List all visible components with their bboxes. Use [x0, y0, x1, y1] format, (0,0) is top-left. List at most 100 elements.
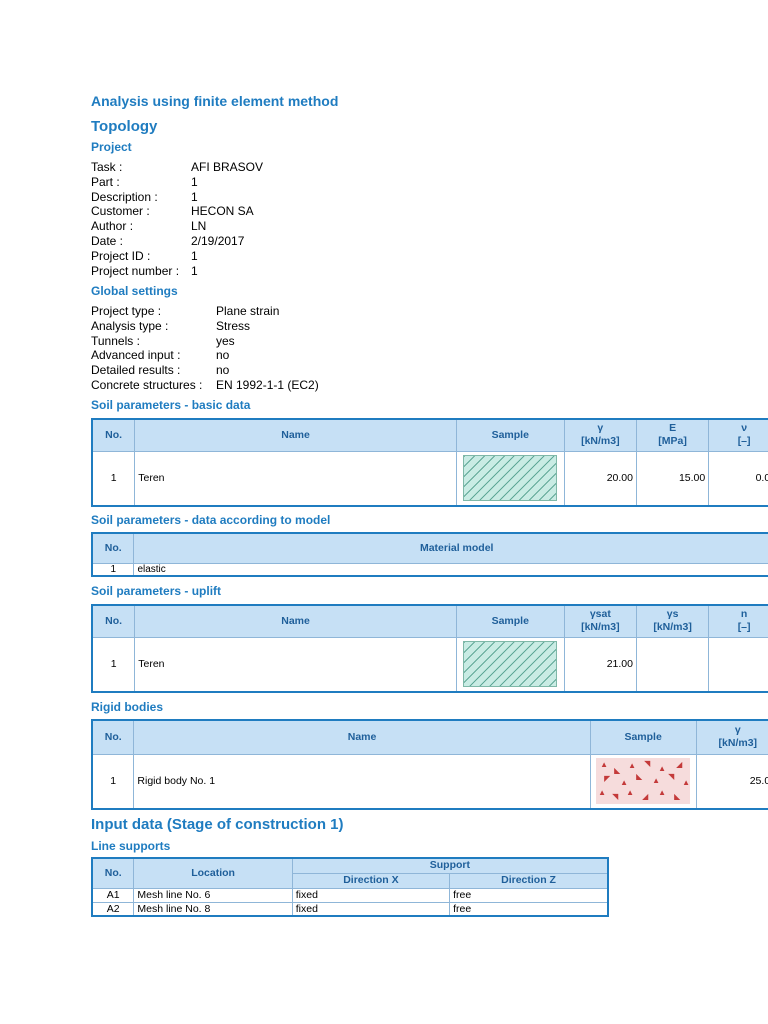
rigid-bodies-heading: Rigid bodies — [91, 700, 163, 714]
col-support: Support — [291, 857, 609, 874]
cell-no: 1 — [91, 753, 135, 810]
global-settings-heading: Global settings — [91, 284, 178, 298]
col-gamma: γ [kN/m3] — [563, 418, 637, 452]
cell-model: elastic — [133, 562, 768, 576]
project-value: 1 — [191, 174, 198, 189]
project-key: Description : — [91, 189, 158, 204]
project-row: Task : AFI BRASOV — [91, 160, 263, 175]
project-value: 1 — [191, 189, 198, 204]
cell-gamma: 25.00 — [695, 753, 768, 810]
table-row: A1 Mesh line No. 6 fixed free — [91, 887, 609, 903]
col-nu-unit: [–] — [737, 435, 751, 448]
project-key: Project number : — [91, 263, 180, 278]
soil-model-table: No. Material model 1 elastic — [91, 532, 768, 577]
cell-n — [708, 636, 768, 693]
col-n: n [–] — [708, 604, 768, 638]
col-gamma: γ [kN/m3] — [695, 719, 768, 755]
col-gamma-s-symbol: γs — [666, 608, 679, 621]
col-direction-x: Direction X — [291, 872, 451, 889]
cell-no: 1 — [91, 450, 136, 507]
cell-sample — [455, 636, 565, 693]
project-row: Author : LN — [91, 219, 263, 234]
col-gamma-s: γs [kN/m3] — [635, 604, 710, 638]
cell-gamma-sat: 21.00 — [563, 636, 637, 693]
table-row: A2 Mesh line No. 8 fixed free — [91, 901, 609, 917]
cell-name: Rigid body No. 1 — [133, 753, 591, 810]
global-key: Concrete structures : — [91, 377, 203, 392]
col-material-model: Material model — [133, 532, 768, 564]
global-settings-info: Project type : Plane strain Analysis type… — [91, 304, 319, 393]
col-name: Name — [134, 418, 457, 452]
global-value: EN 1992-1-1 (EC2) — [216, 377, 319, 392]
soil-uplift-heading: Soil parameters - uplift — [91, 584, 222, 598]
soil-basic-table: No. Name Sample γ [kN/m3] E [MPa] ν [–] 1 T… — [91, 418, 768, 507]
project-value: LN — [191, 219, 207, 234]
global-row: Detailed results : no — [91, 363, 319, 378]
col-e-symbol: E — [669, 422, 677, 435]
project-row: Customer : HECON SA — [91, 204, 263, 219]
table-row: 1 Teren 20.00 15.00 0.04 — [91, 450, 768, 507]
col-e: E [MPa] — [635, 418, 710, 452]
project-row: Date : 2/19/2017 — [91, 234, 263, 249]
global-value: Stress — [216, 318, 251, 333]
rigid-sample-swatch: ▲ ◣ ▲ ◥ ▲ ◢ ◤ ▲ ◣ ▲ ◥ ▲ ▲ ◥ ▲ ◢ ▲ ◣ — [596, 758, 691, 805]
col-name: Name — [134, 604, 457, 638]
global-row: Advanced input : no — [91, 348, 319, 363]
global-key: Analysis type : — [91, 318, 169, 333]
col-gamma-symbol: γ — [597, 422, 604, 435]
project-value: HECON SA — [191, 204, 254, 219]
soil-sample-swatch — [463, 641, 558, 688]
col-n-symbol: n — [740, 608, 748, 621]
global-row: Analysis type : Stress — [91, 319, 319, 334]
col-e-unit: [MPa] — [658, 435, 687, 448]
col-gamma-sat-symbol: γsat — [589, 608, 611, 621]
global-value: no — [216, 348, 230, 363]
global-row: Tunnels : yes — [91, 334, 319, 349]
col-direction-z: Direction Z — [449, 872, 609, 889]
project-key: Task : — [91, 160, 123, 174]
project-heading: Project — [91, 140, 132, 154]
table-row: 1 Rigid body No. 1 ▲ ◣ ▲ ◥ ▲ ◢ ◤ ▲ ◣ ▲ ◥ ▲ ▲ ◥ ▲ ◢ ▲ ◣ … — [91, 753, 768, 810]
project-value: 1 — [191, 248, 198, 263]
global-value: no — [216, 363, 230, 378]
table-row: 1 Teren 21.00 — [91, 636, 768, 693]
col-sample: Sample — [455, 418, 565, 452]
project-row: Project ID : 1 — [91, 249, 263, 264]
col-no: No. — [91, 418, 136, 452]
project-key: Date : — [91, 233, 124, 248]
cell-nu: 0.04 — [708, 450, 768, 507]
cell-sample — [455, 450, 565, 507]
project-row: Project number : 1 — [91, 264, 263, 279]
cell-name: Teren — [134, 450, 457, 507]
table-row: 1 elastic — [91, 562, 768, 576]
cell-e: 15.00 — [635, 450, 710, 507]
col-gamma-symbol: γ — [734, 724, 741, 737]
project-key: Author : — [91, 219, 134, 234]
col-sample: Sample — [455, 604, 565, 638]
col-sample: Sample — [589, 719, 697, 755]
col-gamma-sat: γsat [kN/m3] — [563, 604, 637, 638]
col-n-unit: [–] — [737, 621, 751, 634]
global-row: Project type : Plane strain — [91, 304, 319, 319]
project-row: Part : 1 — [91, 175, 263, 190]
cell-location: Mesh line No. 8 — [133, 901, 293, 917]
project-row: Description : 1 — [91, 190, 263, 205]
project-key: Customer : — [91, 204, 150, 219]
cell-direction-x: fixed — [291, 887, 451, 903]
cell-gamma: 20.00 — [563, 450, 637, 507]
cell-sample: ▲ ◣ ▲ ◥ ▲ ◢ ◤ ▲ ◣ ▲ ◥ ▲ ▲ ◥ ▲ ◢ ▲ ◣ — [589, 753, 697, 810]
global-key: Detailed results : — [91, 363, 181, 378]
project-key: Part : — [91, 174, 120, 189]
cell-no: 1 — [91, 562, 135, 576]
col-gamma-unit: [kN/m3] — [581, 435, 620, 448]
topology-heading: Topology — [91, 118, 158, 135]
global-key: Tunnels : — [91, 333, 140, 348]
cell-direction-x: fixed — [291, 901, 451, 917]
page-title: Analysis using finite element method — [91, 93, 339, 109]
soil-uplift-table: No. Name Sample γsat [kN/m3] γs [kN/m3] n[… — [91, 604, 768, 693]
line-supports-table: No. Location Support Direction X Directi… — [91, 857, 609, 917]
col-name: Name — [133, 719, 591, 755]
rigid-bodies-table: No. Name Sample γ [kN/m3] 1 Rigid body No… — [91, 719, 768, 810]
global-row: Concrete structures : EN 1992-1-1 (EC2) — [91, 378, 319, 393]
col-no: No. — [91, 532, 135, 564]
